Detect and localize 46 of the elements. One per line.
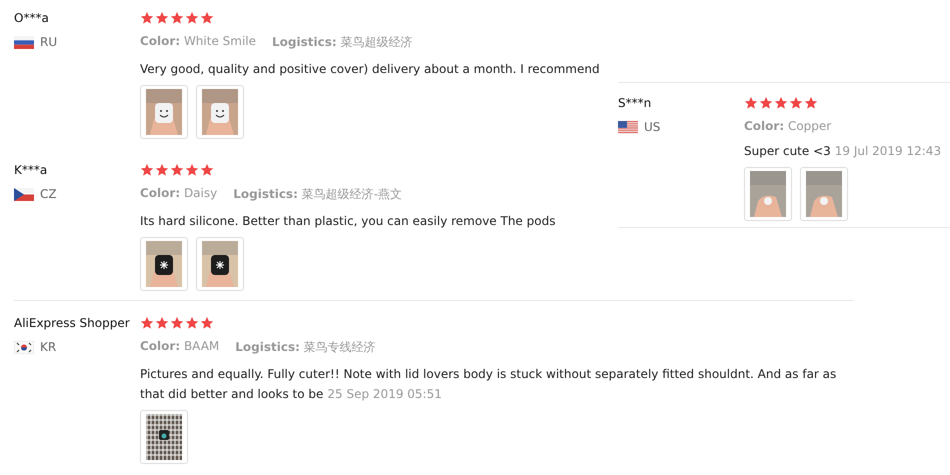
star-icon bbox=[744, 96, 758, 110]
star-icon bbox=[200, 316, 214, 330]
reviewer-name: S***n bbox=[618, 95, 652, 111]
photo-thumbnail[interactable] bbox=[196, 237, 244, 291]
review-text: Very good, quality and positive cover) delivery about a month. I recommend bbox=[140, 62, 600, 76]
review-text: Super cute <3 19 Jul 2019 12:43 bbox=[744, 144, 942, 158]
country-code: RU bbox=[40, 35, 58, 49]
star-icon bbox=[140, 163, 154, 177]
photo-thumbnail[interactable] bbox=[744, 167, 792, 221]
reviewer-name: K***a bbox=[14, 162, 48, 178]
photo-thumbnail[interactable] bbox=[196, 85, 244, 139]
reviewer-name: O***a bbox=[14, 10, 50, 26]
color-option: Color: White Smile bbox=[140, 34, 256, 51]
star-icon bbox=[804, 96, 818, 110]
star-icon bbox=[140, 11, 154, 25]
star-icon bbox=[140, 316, 154, 330]
logistics-info: Logistics: 菜鸟超级经济-燕文 bbox=[233, 186, 402, 203]
star-icon bbox=[774, 96, 788, 110]
color-option: Color: Daisy bbox=[140, 186, 218, 203]
review-text: Its hard silicone. Better than plastic, you can easily remove The pods bbox=[140, 214, 556, 228]
star-icon bbox=[170, 316, 184, 330]
photo-thumbnail[interactable] bbox=[140, 237, 188, 291]
star-icon bbox=[200, 163, 214, 177]
star-icon bbox=[155, 163, 169, 177]
logistics-info: Logistics: 菜鸟专线经济 bbox=[235, 339, 376, 356]
star-icon bbox=[789, 96, 803, 110]
logistics-info: Logistics: 菜鸟超级经济 bbox=[272, 34, 412, 51]
star-icon bbox=[170, 11, 184, 25]
star-icon bbox=[170, 163, 184, 177]
review-text: Pictures and equally. Fully cuter!! Note with lid lovers body is stuck without separately fitted shouldnt. And as far as that did better and looks to be 25 Sep 2019 05:51 bbox=[140, 367, 836, 401]
star-icon bbox=[155, 316, 169, 330]
star-icon bbox=[155, 11, 169, 25]
color-option: Color: BAAM bbox=[140, 339, 220, 356]
country-code: CZ bbox=[40, 187, 57, 201]
reviewer-name: AliExpress Shopper bbox=[14, 315, 131, 331]
country-code: KR bbox=[40, 340, 56, 354]
star-icon bbox=[759, 96, 773, 110]
photo-thumbnail[interactable] bbox=[140, 85, 188, 139]
star-icon bbox=[185, 316, 199, 330]
star-icon bbox=[185, 163, 199, 177]
color-option: Color: Copper bbox=[744, 119, 832, 133]
photo-thumbnail[interactable] bbox=[140, 410, 188, 464]
photo-thumbnail[interactable] bbox=[800, 167, 848, 221]
star-icon bbox=[185, 11, 199, 25]
star-icon bbox=[200, 11, 214, 25]
country-code: US bbox=[644, 120, 660, 134]
